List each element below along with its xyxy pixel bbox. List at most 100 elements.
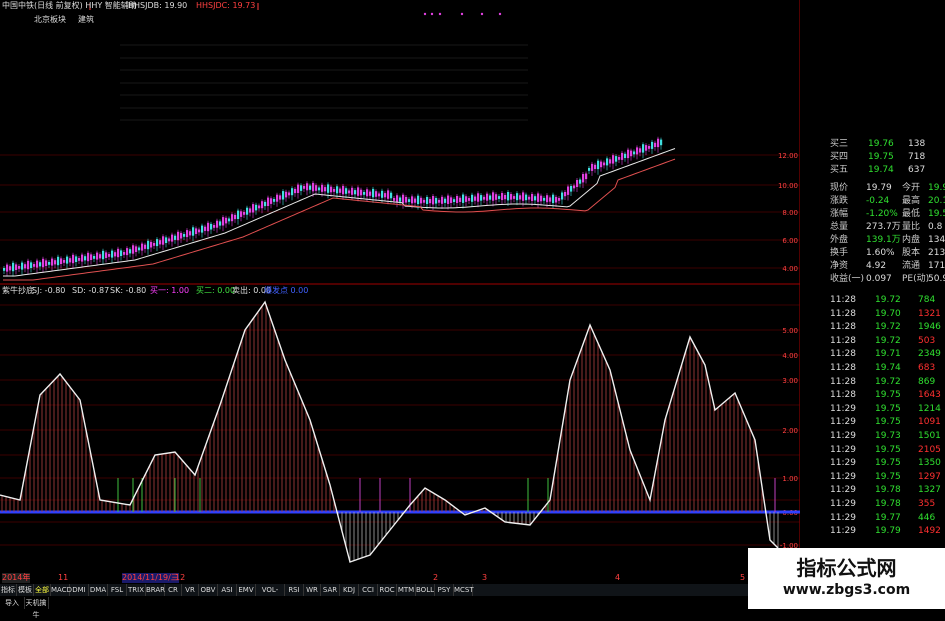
toolbar-tab-3[interactable]: MACD xyxy=(51,584,72,596)
toolbar-tab-2[interactable]: 全部 xyxy=(34,584,51,596)
toolbar-tab-16[interactable]: WR xyxy=(304,584,321,596)
bid-row-4[interactable]: 买四 19.75 718 xyxy=(800,151,945,164)
tick-row[interactable]: 11:29 19.75 1297 xyxy=(800,471,945,484)
candle-body xyxy=(69,258,72,263)
toolbar-tab-6[interactable]: FSL xyxy=(108,584,127,596)
candle-body xyxy=(354,190,357,195)
tick-row[interactable]: 11:29 19.79 1492 xyxy=(800,525,945,538)
tick-row[interactable]: 11:29 19.75 1350 xyxy=(800,457,945,470)
tick-row[interactable]: 11:29 19.75 2105 xyxy=(800,444,945,457)
candle-body xyxy=(366,189,369,197)
bottom-tab-0[interactable]: 导入 xyxy=(0,597,25,609)
candle-body xyxy=(75,256,78,262)
toolbar-tab-20[interactable]: ROC xyxy=(378,584,397,596)
candle-body xyxy=(207,222,210,232)
candle-body xyxy=(414,198,417,203)
candle-body xyxy=(396,195,399,203)
indicator-buy2: 买二: 0.00 xyxy=(196,286,236,295)
tick-row[interactable]: 11:28 19.72 869 xyxy=(800,376,945,389)
toolbar-tab-23[interactable]: PSY xyxy=(435,584,454,596)
indicator-axis-label: 1.00 xyxy=(782,475,798,483)
candle-body xyxy=(387,190,390,199)
date-cursor: 2014/11/19/三 xyxy=(122,573,179,583)
tick-row[interactable]: 11:29 19.73 1501 xyxy=(800,430,945,443)
quote-stat-row: 净资 4.92 流通 171亿 xyxy=(800,260,945,273)
quote-stat-row: 收益(一)0.097 PE(动)50.9 xyxy=(800,273,945,286)
bid-row-3[interactable]: 买三 19.76 138 xyxy=(800,138,945,151)
stat-label-2: 今开 xyxy=(902,183,921,193)
indicator-axis-label: 5.00 xyxy=(782,327,798,335)
tick-row[interactable]: 11:28 19.70 1321 xyxy=(800,308,945,321)
candle-body xyxy=(201,225,204,233)
date-month-2: 2 xyxy=(433,573,439,582)
toolbar-tab-18[interactable]: KDJ xyxy=(340,584,359,596)
toolbar-tab-0[interactable]: 指标 xyxy=(0,584,17,596)
toolbar-tab-7[interactable]: TRIX xyxy=(127,584,146,596)
toolbar-tab-10[interactable]: VR xyxy=(182,584,199,596)
tick-row[interactable]: 11:29 19.75 1214 xyxy=(800,403,945,416)
candle-body xyxy=(330,186,333,193)
quote-stat-row: 现价 19.79 今开 19.9 xyxy=(800,182,945,195)
candle-body xyxy=(138,247,141,251)
tick-time: 11:29 xyxy=(830,417,856,428)
bid-row-5[interactable]: 买五 19.74 637 xyxy=(800,164,945,177)
sector-construction[interactable]: 建筑 xyxy=(78,15,94,25)
stat-label-2: 股本 xyxy=(902,248,921,258)
indicator-toolbar: 指标 模板 全部 MACD DMI DMA FSL TRIX BRAR CR VR OBV ASI EMV… xyxy=(0,584,750,606)
signal-dot xyxy=(423,12,427,16)
tick-row[interactable]: 11:28 19.75 1643 xyxy=(800,389,945,402)
candle-body xyxy=(45,260,48,266)
candle-body xyxy=(561,192,564,200)
tick-row[interactable]: 11:28 19.72 784 xyxy=(800,294,945,307)
candle-body xyxy=(411,196,414,204)
toolbar-tab-19[interactable]: CCI xyxy=(359,584,378,596)
indicator-name[interactable]: 紫牛抄底 xyxy=(2,286,34,296)
tick-row[interactable]: 11:28 19.72 1946 xyxy=(800,321,945,334)
candle-body xyxy=(429,198,432,204)
sector-beijing[interactable]: 北京板块 xyxy=(34,15,66,25)
tick-row[interactable]: 11:28 19.71 2349 xyxy=(800,348,945,361)
date-month-11: 11 xyxy=(58,573,69,582)
toolbar-tab-5[interactable]: DMA xyxy=(89,584,108,596)
tick-row[interactable]: 11:28 19.74 683 xyxy=(800,362,945,375)
candle-body xyxy=(39,262,42,267)
indicator-sk: SK: -0.80 xyxy=(110,286,147,295)
date-month-5: 5 xyxy=(740,573,746,582)
candle-body xyxy=(72,254,75,264)
toolbar-tab-12[interactable]: ASI xyxy=(218,584,237,596)
candle-body xyxy=(342,185,345,195)
tick-row[interactable]: 11:28 19.72 503 xyxy=(800,335,945,348)
toolbar-tab-11[interactable]: OBV xyxy=(199,584,218,596)
candle-body xyxy=(465,196,468,202)
quote-panel: 买三 19.76 138 买四 19.75 718 买五 19.74 637 现… xyxy=(800,138,945,609)
tick-row[interactable]: 11:29 19.78 355 xyxy=(800,498,945,511)
tick-volume: 1350 xyxy=(918,458,941,469)
candle-body xyxy=(309,185,312,190)
toolbar-tab-9[interactable]: CR xyxy=(165,584,182,596)
stat-value-2: 19.5 xyxy=(928,209,945,219)
stat-label: 涨幅 xyxy=(830,209,849,219)
tick-time: 11:28 xyxy=(830,363,856,373)
candle-body xyxy=(144,244,147,249)
tick-row[interactable]: 11:29 19.75 1091 xyxy=(800,416,945,429)
toolbar-tab-8[interactable]: BRAR xyxy=(146,584,165,596)
candle-body xyxy=(216,220,219,228)
candle-body xyxy=(423,199,426,203)
toolbar-tab-15[interactable]: RSI xyxy=(285,584,304,596)
tick-row[interactable]: 11:29 19.78 1327 xyxy=(800,484,945,497)
candle-body xyxy=(528,196,531,200)
candle-body xyxy=(33,264,36,267)
toolbar-tab-24[interactable]: MCST xyxy=(454,584,474,596)
tick-row[interactable]: 11:29 19.77 446 xyxy=(800,512,945,525)
bottom-tab-1[interactable]: 天机擒牛 xyxy=(24,597,49,619)
toolbar-tab-1[interactable]: 模板 xyxy=(17,584,34,596)
toolbar-tab-22[interactable]: BOLL xyxy=(416,584,435,596)
toolbar-tab-17[interactable]: SAR xyxy=(321,584,340,596)
toolbar-tab-21[interactable]: MTM xyxy=(397,584,416,596)
toolbar-tab-4[interactable]: DMI xyxy=(70,584,89,596)
toolbar-tab-14[interactable]: VOL-TDX xyxy=(256,584,285,606)
candle-body xyxy=(621,152,624,160)
price-axis-label: 10.00 xyxy=(778,182,798,190)
candle-body xyxy=(555,196,558,203)
toolbar-tab-13[interactable]: EMV xyxy=(237,584,256,596)
